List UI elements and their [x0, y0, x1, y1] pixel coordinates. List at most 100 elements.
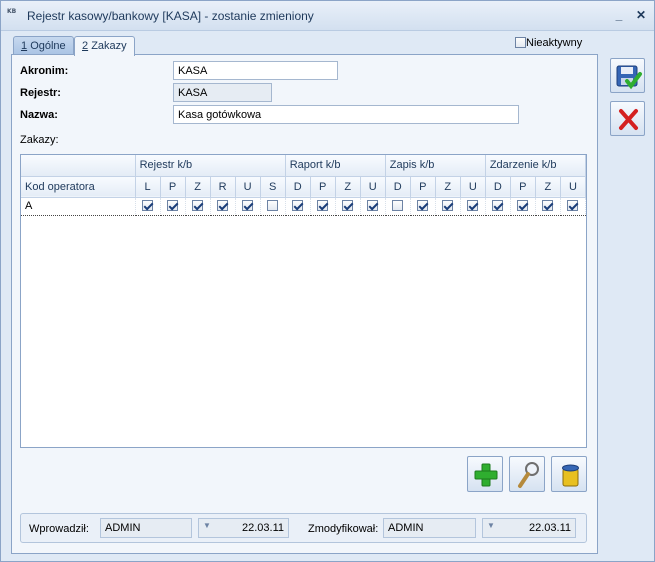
column-header[interactable]: U: [235, 176, 261, 198]
zakazy-label: Zakazy:: [20, 134, 59, 146]
permission-checkbox[interactable]: [392, 200, 404, 211]
column-header[interactable]: L: [135, 176, 161, 198]
audit-footer: Wprowadził: ADMIN ▼ 22.03.11 Zmodyfikowa…: [20, 513, 587, 543]
inactive-checkbox-label: Nieaktywny: [526, 37, 583, 49]
permission-checkbox[interactable]: [442, 200, 454, 211]
permission-cell: [135, 196, 161, 216]
column-header[interactable]: P: [310, 176, 336, 198]
wprowadzil-date-field: ▼ 22.03.11: [198, 518, 289, 538]
tab-zakazy-label: Zakazy: [91, 40, 127, 52]
close-button[interactable]: ✕: [633, 7, 649, 23]
permission-checkbox[interactable]: [267, 200, 279, 211]
column-header[interactable]: D: [285, 176, 311, 198]
column-header[interactable]: D: [485, 176, 511, 198]
permission-cell: [260, 196, 286, 216]
column-header[interactable]: U: [360, 176, 386, 198]
permission-cell: [460, 196, 486, 216]
group-header-row: Rejestr k/b Raport k/b Zapis k/b Zdarzen…: [21, 155, 587, 177]
column-header-row: Kod operatora LPZRUSDPZUDPZUDPZU: [21, 176, 587, 198]
zmodyfikowal-user-field: ADMIN: [383, 518, 476, 538]
column-header[interactable]: U: [560, 176, 587, 198]
save-icon: [616, 65, 642, 90]
permission-cell: [310, 196, 336, 216]
permission-checkbox[interactable]: [417, 200, 429, 211]
permission-checkbox[interactable]: [242, 200, 254, 211]
permission-cell: [160, 196, 186, 216]
akronim-label: Akronim:: [20, 65, 69, 77]
nazwa-label: Nazwa:: [20, 109, 58, 121]
tab-ogolne-label: Ogólne: [30, 40, 66, 52]
permission-cell: [385, 196, 411, 216]
zmodyfikowal-label: Zmodyfikował:: [308, 523, 379, 535]
permission-checkbox[interactable]: [317, 200, 329, 211]
permission-checkbox[interactable]: [367, 200, 379, 211]
add-icon: [474, 463, 498, 487]
permission-checkbox[interactable]: [342, 200, 354, 211]
rejestr-field: KASA: [173, 83, 272, 102]
permission-checkbox[interactable]: [217, 200, 229, 211]
cancel-icon: [619, 109, 638, 130]
tab-zakazy[interactable]: 2 Zakazy: [74, 36, 135, 56]
permission-cell: [210, 196, 236, 216]
column-header[interactable]: S: [260, 176, 286, 198]
permission-cell: [335, 196, 361, 216]
rejestr-label: Rejestr:: [20, 87, 61, 99]
permission-checkbox[interactable]: [167, 200, 179, 211]
table-row[interactable]: A: [21, 196, 587, 216]
grid-body: A: [21, 196, 587, 216]
column-header[interactable]: U: [460, 176, 486, 198]
permission-cell: [535, 196, 561, 216]
permission-cell: [285, 196, 311, 216]
wprowadzil-user-field: ADMIN: [100, 518, 192, 538]
permission-checkbox[interactable]: [192, 200, 204, 211]
nazwa-input[interactable]: Kasa gotówkowa: [173, 105, 519, 124]
permissions-grid: Rejestr k/b Raport k/b Zapis k/b Zdarzen…: [20, 154, 587, 448]
column-header[interactable]: P: [510, 176, 536, 198]
akronim-input[interactable]: KASA: [173, 61, 338, 80]
permission-cell: [510, 196, 536, 216]
save-button[interactable]: [610, 58, 645, 93]
wprowadzil-label: Wprowadził:: [29, 523, 89, 535]
column-header[interactable]: Z: [335, 176, 361, 198]
group-header-zapis: Zapis k/b: [385, 155, 486, 177]
delete-button[interactable]: [551, 456, 587, 492]
permission-cell: [410, 196, 436, 216]
column-header[interactable]: P: [160, 176, 186, 198]
app-icon: KB: [7, 8, 17, 15]
wprowadzil-date-value: 22.03.11: [241, 522, 284, 534]
column-header[interactable]: R: [210, 176, 236, 198]
permission-checkbox[interactable]: [142, 200, 154, 211]
title-bar[interactable]: KB Rejestr kasowy/bankowy [KASA] - zosta…: [1, 1, 654, 31]
window-title: Rejestr kasowy/bankowy [KASA] - zostanie…: [27, 9, 314, 23]
add-button[interactable]: [467, 456, 503, 492]
tab-ogolne[interactable]: 1 Ogólne: [13, 36, 74, 55]
date-dropdown-icon: ▼: [487, 521, 495, 530]
permission-checkbox[interactable]: [542, 200, 554, 211]
permission-checkbox[interactable]: [517, 200, 529, 211]
minimize-button[interactable]: _: [611, 7, 627, 23]
column-header[interactable]: P: [410, 176, 436, 198]
permission-checkbox[interactable]: [567, 200, 579, 211]
column-header[interactable]: Z: [535, 176, 561, 198]
group-header-zdarzenie: Zdarzenie k/b: [485, 155, 587, 177]
column-header-operator[interactable]: Kod operatora: [21, 176, 136, 198]
group-header-raport: Raport k/b: [285, 155, 386, 177]
permission-checkbox[interactable]: [467, 200, 479, 211]
permission-cell: [435, 196, 461, 216]
permission-checkbox[interactable]: [492, 200, 504, 211]
inactive-checkbox-box[interactable]: [515, 37, 526, 48]
trash-icon: [562, 464, 579, 487]
permission-checkbox[interactable]: [292, 200, 304, 211]
column-header[interactable]: D: [385, 176, 411, 198]
column-header[interactable]: Z: [435, 176, 461, 198]
cancel-button[interactable]: [610, 101, 645, 136]
tab-zakazy-number: 2: [82, 40, 89, 52]
preview-button[interactable]: [509, 456, 545, 492]
date-dropdown-icon: ▼: [203, 521, 211, 530]
column-header[interactable]: Z: [185, 176, 211, 198]
permission-cell: [185, 196, 211, 216]
permissions-table: Rejestr k/b Raport k/b Zapis k/b Zdarzen…: [21, 155, 587, 216]
permission-cell: [485, 196, 511, 216]
inactive-checkbox[interactable]: Nieaktywny: [515, 37, 582, 49]
zmodyfikowal-date-field: ▼ 22.03.11: [482, 518, 576, 538]
